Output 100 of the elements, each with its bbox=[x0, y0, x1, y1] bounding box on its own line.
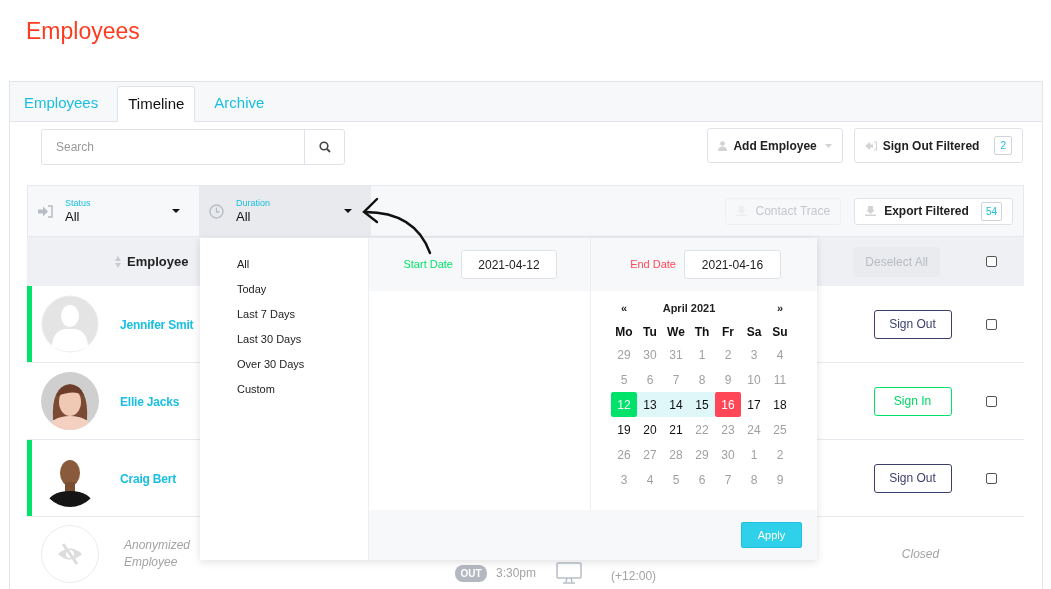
sort-icon bbox=[115, 255, 121, 268]
action-button[interactable]: Export Filtered 54 bbox=[854, 197, 1013, 225]
toolbar-button[interactable]: Add Employee bbox=[707, 128, 843, 163]
toolbar-button[interactable]: Sign Out Filtered 2 bbox=[853, 128, 1023, 163]
weekday-label: Mo bbox=[614, 324, 634, 341]
column-header[interactable]: Employee bbox=[127, 251, 189, 272]
calendar-day[interactable]: 22 bbox=[689, 417, 715, 442]
status-text: Closed bbox=[900, 546, 940, 563]
calendar-day[interactable]: 20 bbox=[637, 417, 663, 442]
weekday-label: Tu bbox=[642, 324, 658, 341]
search-icon bbox=[318, 141, 331, 153]
calendar-day[interactable]: 8 bbox=[689, 367, 715, 392]
clock-icon bbox=[209, 203, 224, 219]
calendar-day[interactable]: 30 bbox=[637, 342, 663, 367]
sign-button[interactable]: Sign Out bbox=[873, 463, 952, 493]
calendar-day[interactable]: 9 bbox=[715, 367, 741, 392]
calendar-day[interactable]: 17 bbox=[741, 392, 767, 417]
calendar-day[interactable]: 2 bbox=[715, 342, 741, 367]
checkbox[interactable] bbox=[986, 256, 997, 267]
calendar-day[interactable]: 19 bbox=[611, 417, 637, 442]
calendar-day[interactable]: 7 bbox=[663, 367, 689, 392]
calendar-day[interactable]: 6 bbox=[637, 367, 663, 392]
employee-name[interactable]: Jennifer Smit bbox=[120, 318, 194, 332]
tab[interactable]: Timeline bbox=[117, 86, 196, 122]
start-date-label: Start Date bbox=[403, 257, 453, 273]
tab[interactable]: Employees bbox=[14, 85, 109, 121]
end-date-field[interactable]: 2021-04-16 bbox=[684, 250, 781, 279]
calendar-day[interactable]: 10 bbox=[741, 367, 767, 392]
calendar-day[interactable]: 23 bbox=[715, 417, 741, 442]
calendar-day[interactable]: 11 bbox=[767, 367, 793, 392]
menu-item[interactable]: Over 30 Days bbox=[237, 352, 305, 377]
menu-item[interactable]: All bbox=[237, 252, 250, 277]
page-title: Employees bbox=[26, 18, 140, 44]
calendar-day[interactable]: 6 bbox=[689, 467, 715, 492]
calendar-day[interactable]: 3 bbox=[741, 342, 767, 367]
calendar-day[interactable]: 28 bbox=[663, 442, 689, 467]
calendar-day[interactable]: 16 bbox=[715, 392, 741, 417]
calendar-day[interactable]: 26 bbox=[611, 442, 637, 467]
calendar-day[interactable]: 25 bbox=[767, 417, 793, 442]
calendar-day[interactable]: 4 bbox=[767, 342, 793, 367]
calendar-day[interactable]: 31 bbox=[663, 342, 689, 367]
calendar-day[interactable]: 5 bbox=[611, 367, 637, 392]
calendar-day[interactable]: 1 bbox=[689, 342, 715, 367]
calendar-day[interactable]: 13 bbox=[637, 392, 663, 417]
employee-name[interactable]: Ellie Jacks bbox=[120, 395, 180, 409]
sign-button[interactable]: Sign Out bbox=[873, 309, 952, 339]
weekday-label: Su bbox=[771, 324, 789, 341]
next-month-button[interactable]: » bbox=[767, 299, 793, 317]
weekday-label: We bbox=[666, 324, 686, 341]
menu-item[interactable]: Last 30 Days bbox=[237, 327, 302, 352]
menu-item[interactable]: Last 7 Days bbox=[237, 302, 296, 327]
previous-month-button[interactable]: « bbox=[611, 299, 637, 317]
search-button[interactable] bbox=[304, 129, 345, 165]
eye-slash-icon bbox=[57, 543, 83, 565]
caret-icon bbox=[824, 143, 832, 148]
checkbox[interactable] bbox=[985, 318, 997, 330]
checkbox[interactable] bbox=[985, 472, 997, 484]
calendar-day[interactable]: 21 bbox=[663, 417, 689, 442]
filter-dropdown[interactable]: Duration All bbox=[199, 186, 371, 236]
count-badge: 54 bbox=[980, 201, 1002, 221]
employee-name: Anonymized Employee bbox=[124, 537, 192, 571]
calendar-day[interactable]: 15 bbox=[689, 392, 715, 417]
weekday-label: Sa bbox=[745, 324, 763, 341]
calendar-day[interactable]: 7 bbox=[715, 467, 741, 492]
timezone-text: (+12:00) bbox=[611, 568, 657, 585]
calendar-day[interactable]: 30 bbox=[715, 442, 741, 467]
tab[interactable]: Archive bbox=[204, 85, 275, 121]
calendar-day[interactable]: 5 bbox=[663, 467, 689, 492]
sign-button[interactable]: Sign In bbox=[873, 386, 952, 416]
employee-name[interactable]: Craig Bert bbox=[120, 472, 176, 486]
calendar-day[interactable]: 24 bbox=[741, 417, 767, 442]
calendar-day[interactable]: 1 bbox=[741, 442, 767, 467]
count-badge: 2 bbox=[994, 136, 1012, 155]
apply-button[interactable]: Apply bbox=[741, 522, 802, 548]
calendar-day[interactable]: 14 bbox=[663, 392, 689, 417]
calendar-day[interactable]: 3 bbox=[611, 467, 637, 492]
sign-out-icon bbox=[864, 140, 877, 151]
filter-dropdown[interactable]: Status All bbox=[28, 186, 199, 236]
calendar-day[interactable]: 4 bbox=[637, 467, 663, 492]
calendar-day[interactable]: 2 bbox=[767, 442, 793, 467]
calendar-day[interactable]: 9 bbox=[767, 467, 793, 492]
caret-icon bbox=[344, 209, 352, 213]
calendar-day[interactable]: 29 bbox=[689, 442, 715, 467]
calendar-day[interactable]: 12 bbox=[611, 392, 637, 417]
calendar-day[interactable]: 27 bbox=[637, 442, 663, 467]
sign-in-icon bbox=[38, 204, 53, 218]
start-date-field[interactable]: 2021-04-12 bbox=[461, 250, 557, 279]
checkbox[interactable] bbox=[985, 395, 997, 407]
weekday-label: Th bbox=[693, 324, 711, 341]
month-title: April 2021 bbox=[661, 300, 717, 316]
calendar-day[interactable]: 29 bbox=[611, 342, 637, 367]
caret-icon bbox=[172, 209, 180, 213]
search-field[interactable]: Search bbox=[41, 129, 305, 165]
end-date-label: End Date bbox=[630, 257, 676, 273]
menu-item[interactable]: Custom bbox=[237, 377, 275, 402]
monitor-icon bbox=[556, 562, 583, 584]
menu-item[interactable]: Today bbox=[237, 277, 267, 302]
time-text: 3:30pm bbox=[496, 565, 537, 582]
calendar-day[interactable]: 8 bbox=[741, 467, 767, 492]
calendar-day[interactable]: 18 bbox=[767, 392, 793, 417]
